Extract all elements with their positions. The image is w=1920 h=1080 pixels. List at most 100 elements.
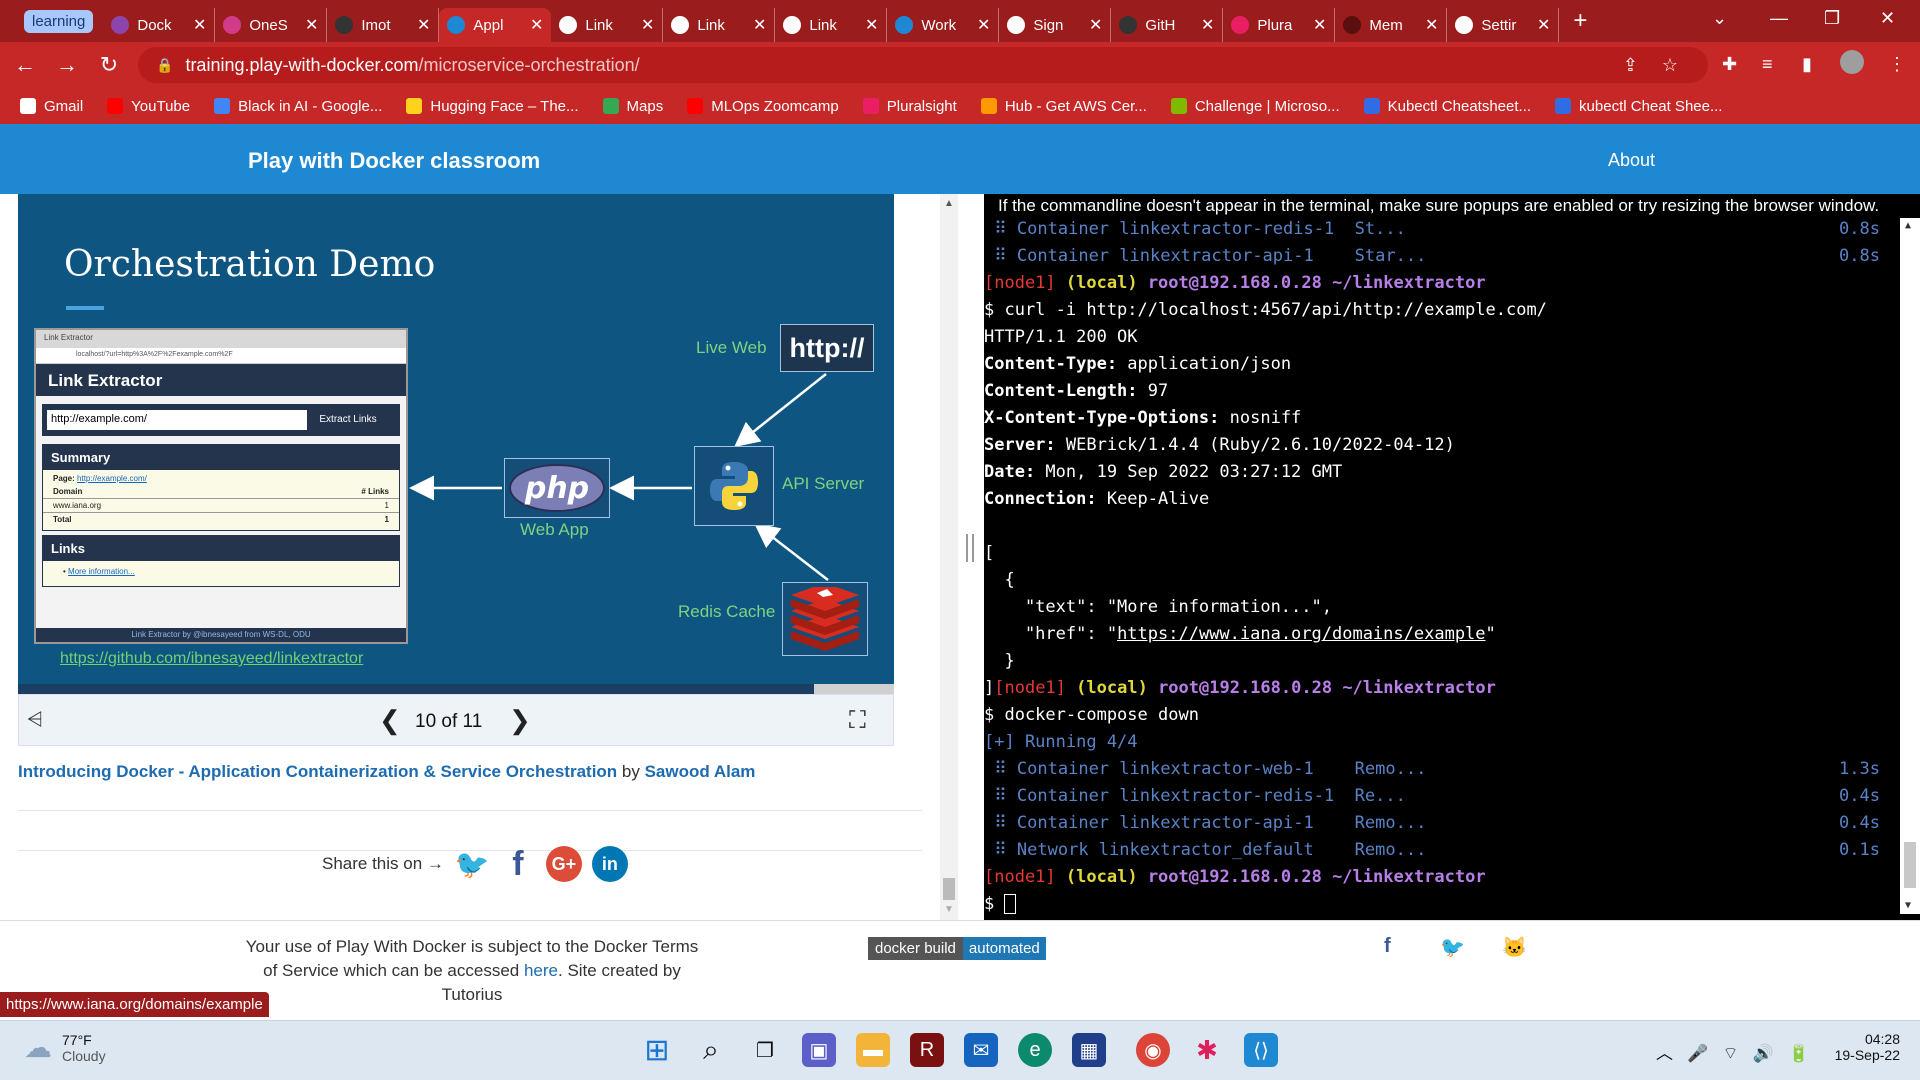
twitter-share-icon[interactable]: 🐦 bbox=[454, 846, 490, 882]
browser-tab[interactable]: Plura ✕ bbox=[1223, 8, 1336, 42]
bookmark-item[interactable]: Kubectl Cheatsheet... bbox=[1363, 98, 1531, 115]
browser-tab[interactable]: Sign ✕ bbox=[999, 8, 1112, 42]
scroll-up-icon[interactable]: ▲ bbox=[1905, 220, 1911, 231]
side-panel-icon[interactable]: ▮ bbox=[1802, 54, 1812, 75]
profile-avatar[interactable] bbox=[1840, 50, 1864, 74]
presentation-title-link[interactable]: Introducing Docker - Application Contain… bbox=[18, 762, 617, 781]
browser-tab[interactable]: OneS ✕ bbox=[215, 8, 328, 42]
close-tab-icon[interactable]: ✕ bbox=[417, 15, 430, 35]
terminal-cursor[interactable] bbox=[1004, 894, 1017, 914]
browser-tab[interactable]: Link ✕ bbox=[663, 8, 776, 42]
twitter-icon[interactable]: 🐦 bbox=[1440, 935, 1465, 960]
reload-button[interactable]: ↻ bbox=[92, 52, 126, 78]
close-tab-icon[interactable]: ✕ bbox=[193, 15, 206, 35]
bookmark-item[interactable]: Challenge | Microso... bbox=[1170, 98, 1340, 115]
bookmark-star-icon[interactable]: ☆ bbox=[1662, 55, 1678, 76]
weather-widget[interactable]: ☁ 77°F Cloudy bbox=[24, 1031, 106, 1064]
slack-icon[interactable]: ✱ bbox=[1190, 1033, 1224, 1067]
google-plus-share-icon[interactable]: G+ bbox=[545, 846, 582, 882]
mail-icon[interactable]: ✉ bbox=[964, 1033, 998, 1067]
scroll-down-icon[interactable]: ▼ bbox=[1905, 900, 1911, 911]
close-tab-icon[interactable]: ✕ bbox=[753, 15, 766, 35]
close-tab-icon[interactable]: ✕ bbox=[305, 15, 318, 35]
url-bar[interactable]: 🔒 training.play-with-docker.com/microser… bbox=[138, 47, 1708, 83]
next-slide-button[interactable]: ❯ bbox=[509, 705, 531, 736]
docker-build-badge[interactable]: docker build automated bbox=[868, 937, 1046, 960]
edge-icon[interactable]: e bbox=[1018, 1033, 1052, 1067]
terminal[interactable]: If the commandline doesn't appear in the… bbox=[984, 194, 1920, 920]
bookmark-item[interactable]: Maps bbox=[602, 98, 663, 115]
bookmark-item[interactable]: Gmail bbox=[20, 98, 83, 115]
file-explorer-icon[interactable]: ▬ bbox=[856, 1033, 890, 1067]
browser-tab[interactable]: Mem ✕ bbox=[1335, 8, 1448, 42]
bookmark-item[interactable]: Hugging Face – The... bbox=[406, 98, 579, 115]
close-tab-icon[interactable]: ✕ bbox=[977, 15, 990, 35]
lock-icon[interactable]: 🔒 bbox=[156, 57, 173, 74]
previous-slide-button[interactable]: ❮ bbox=[379, 705, 401, 736]
bookmark-item[interactable]: kubectl Cheat Shee... bbox=[1555, 98, 1722, 115]
teams-chat-icon[interactable]: ▣ bbox=[802, 1033, 836, 1067]
facebook-icon[interactable]: f bbox=[1384, 935, 1391, 958]
forward-button[interactable]: → bbox=[50, 52, 84, 78]
browser-tab[interactable]: Appl ✕ bbox=[439, 8, 552, 42]
close-tab-icon[interactable]: ✕ bbox=[530, 15, 543, 35]
search-icon[interactable]: ⌕ bbox=[694, 1033, 728, 1067]
chrome-icon[interactable]: ◉ bbox=[1136, 1033, 1170, 1067]
browser-tab[interactable]: GitH ✕ bbox=[1111, 8, 1224, 42]
scroll-up-icon[interactable]: ▲ bbox=[944, 198, 954, 209]
site-title[interactable]: Play with Docker classroom bbox=[248, 148, 540, 174]
restore-button[interactable]: ❐ bbox=[1824, 8, 1840, 29]
share-page-icon[interactable]: ⇪ bbox=[1623, 55, 1638, 76]
pane-resize-handle[interactable] bbox=[958, 194, 984, 920]
system-tray[interactable]: ︿ 🎤 ⌔ 🔊 🔋 bbox=[1656, 1039, 1809, 1064]
bookmark-item[interactable]: Pluralsight bbox=[862, 98, 957, 115]
bookmark-item[interactable]: Hub - Get AWS Cer... bbox=[980, 98, 1147, 115]
terminal-input-line[interactable]: $ bbox=[984, 891, 1017, 918]
close-tab-icon[interactable]: ✕ bbox=[641, 15, 654, 35]
minimize-button[interactable]: — bbox=[1770, 8, 1788, 29]
scrollbar-thumb[interactable] bbox=[943, 878, 955, 900]
share-icon[interactable]: ⩤ bbox=[27, 709, 43, 732]
tab-search-icon[interactable]: ⌄ bbox=[1712, 8, 1727, 29]
close-tab-icon[interactable]: ✕ bbox=[1201, 15, 1214, 35]
fullscreen-icon[interactable]: ⛶ bbox=[849, 707, 866, 735]
close-tab-icon[interactable]: ✕ bbox=[865, 15, 878, 35]
presentation-author-link[interactable]: Sawood Alam bbox=[645, 762, 756, 781]
browser-tab[interactable]: Link ✕ bbox=[775, 8, 888, 42]
close-window-button[interactable]: ✕ bbox=[1880, 8, 1895, 29]
close-tab-icon[interactable]: ✕ bbox=[1089, 15, 1102, 35]
close-tab-icon[interactable]: ✕ bbox=[1313, 15, 1326, 35]
new-tab-button[interactable]: + bbox=[1573, 7, 1587, 35]
tab-group-chip[interactable]: learning bbox=[24, 9, 94, 33]
task-view-icon[interactable]: ❐ bbox=[748, 1033, 782, 1067]
about-link[interactable]: About bbox=[1608, 150, 1655, 171]
scroll-down-icon[interactable]: ▼ bbox=[944, 904, 954, 915]
terminal-scrollbar[interactable]: ▲ ▼ bbox=[1900, 218, 1920, 914]
reading-list-icon[interactable]: ≡ bbox=[1762, 54, 1773, 75]
clock[interactable]: 04:28 19-Sep-22 bbox=[1830, 1031, 1900, 1063]
vscode-icon[interactable]: ⟨⟩ bbox=[1244, 1033, 1278, 1067]
scrollbar-thumb[interactable] bbox=[1904, 842, 1916, 888]
start-icon[interactable]: ⊞ bbox=[640, 1033, 674, 1067]
browser-tab[interactable]: Link ✕ bbox=[551, 8, 664, 42]
facebook-share-icon[interactable]: f bbox=[500, 845, 536, 883]
browser-tab[interactable]: Settir ✕ bbox=[1447, 8, 1560, 42]
grip-icon[interactable] bbox=[966, 534, 974, 562]
back-button[interactable]: ← bbox=[8, 52, 42, 78]
menu-icon[interactable]: ⋮ bbox=[1888, 54, 1906, 75]
terms-link[interactable]: here bbox=[524, 961, 558, 980]
r-studio-icon[interactable]: R bbox=[910, 1033, 944, 1067]
close-tab-icon[interactable]: ✕ bbox=[1537, 15, 1550, 35]
bookmark-item[interactable]: Black in AI - Google... bbox=[214, 98, 382, 115]
browser-tab[interactable]: Imot ✕ bbox=[327, 8, 440, 42]
browser-tab[interactable]: Dock ✕ bbox=[103, 8, 216, 42]
left-scrollbar[interactable]: ▲ ▼ bbox=[940, 194, 958, 920]
browser-tab[interactable]: Work ✕ bbox=[887, 8, 1000, 42]
linkedin-share-icon[interactable]: in bbox=[591, 846, 628, 882]
repo-link[interactable]: https://github.com/ibnesayeed/linkextrac… bbox=[60, 650, 363, 668]
bookmark-item[interactable]: MLOps Zoomcamp bbox=[687, 98, 839, 115]
close-tab-icon[interactable]: ✕ bbox=[1425, 15, 1438, 35]
store-icon[interactable]: ▦ bbox=[1072, 1033, 1106, 1067]
bookmark-item[interactable]: YouTube bbox=[107, 98, 190, 115]
extensions-icon[interactable]: ✚ bbox=[1722, 54, 1737, 75]
